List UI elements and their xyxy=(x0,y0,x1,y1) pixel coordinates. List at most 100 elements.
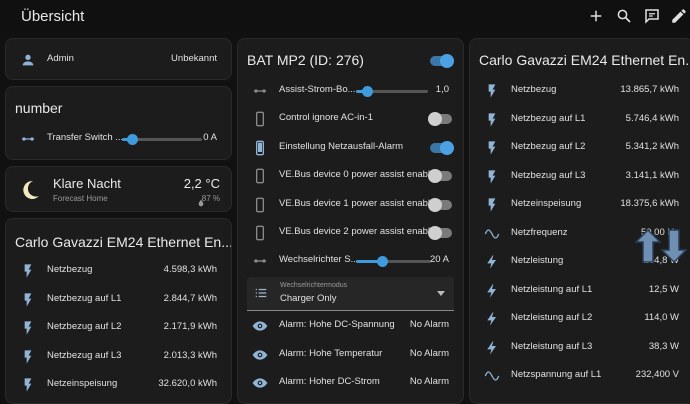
device-icon xyxy=(252,225,268,241)
em24-right-row-label: Netzbezug auf L2 xyxy=(511,141,586,152)
bat-mp2-card: BAT MP2 (ID: 276) Assist-Strom-Bo... 1,0… xyxy=(237,38,464,404)
inverter-mode-caption: Wechselrichtermodus xyxy=(280,282,348,289)
assist-current-label: Assist-Strom-Bo... xyxy=(279,84,356,95)
bat-toggle-row[interactable]: VE.Bus device 1 power assist enabled xyxy=(238,191,463,219)
em24-left-row-value: 2.844,7 kWh xyxy=(163,292,217,304)
em24-right-row[interactable]: Netzbezug auf L1 5.746,4 kWh xyxy=(470,106,690,134)
em24-right-row-label: Netzbezug auf L1 xyxy=(511,112,586,124)
assist-current-value: 1,0 xyxy=(435,84,449,95)
flash-icon xyxy=(20,263,36,279)
em24-left-row-label: Netzbezug auf L3 xyxy=(47,349,122,361)
bat-toggle-switch[interactable] xyxy=(428,226,452,240)
em24-right-row[interactable]: Netzbezug auf L3 3.141,1 kWh xyxy=(470,163,690,191)
transfer-switch-value: 0 A xyxy=(203,132,217,143)
search-icon[interactable] xyxy=(615,7,633,25)
transfer-switch-slider[interactable] xyxy=(122,134,202,145)
em24-right-row-value: 5.746,4 kWh xyxy=(625,112,679,124)
flash-icon xyxy=(484,169,500,185)
bat-alarm-row-label: Alarm: Hoher DC-Strom xyxy=(279,376,380,387)
transfer-switch-slider-knob[interactable] xyxy=(126,134,138,145)
weather-location: Forecast Home xyxy=(53,194,108,203)
em24-right-row[interactable]: Netzspannung auf L1 232,400 V xyxy=(470,362,690,390)
user-status: Unbekannt xyxy=(171,53,217,64)
em24-right-row[interactable]: Netzleistung auf L2 114,0 W xyxy=(470,305,690,333)
bat-toggle-switch[interactable] xyxy=(428,169,452,183)
flash-icon xyxy=(20,377,36,393)
lightning-bolt-icon xyxy=(484,311,500,327)
em24-right-row-label: Netzbezug auf L3 xyxy=(511,169,586,181)
bat-toggle-row[interactable]: Control ignore AC-in-1 xyxy=(238,105,463,133)
bat-alarm-row[interactable]: Alarm: Hohe Temperatur No Alarm xyxy=(238,341,463,369)
em24-right-row[interactable]: Netzleistung auf L1 12,5 W xyxy=(470,277,690,305)
inverter-current-slider-knob[interactable] xyxy=(376,256,388,267)
em24-right-title: Carlo Gavazzi EM24 Ethernet En... xyxy=(479,52,690,68)
em24-right-row-value: 114,0 W xyxy=(644,312,679,323)
assist-current-slider-knob[interactable] xyxy=(361,86,373,97)
transfer-icon xyxy=(20,131,36,147)
em24-left-row[interactable]: Netzbezug 4.598,3 kWh xyxy=(6,257,231,285)
user-card: Admin Unbekannt xyxy=(5,38,232,80)
bat-alarm-row[interactable]: Alarm: Hohe DC-Spannung No Alarm xyxy=(238,312,463,340)
sine-wave-icon xyxy=(484,226,500,242)
bat-toggle-row[interactable]: VE.Bus device 0 power assist enabled xyxy=(238,162,463,190)
list-icon xyxy=(254,286,268,300)
em24-left-row-value: 2.171,9 kWh xyxy=(163,321,217,332)
em24-right-row-label: Netzleistung xyxy=(511,255,564,266)
lightning-bolt-icon xyxy=(484,283,500,299)
sine-wave-icon xyxy=(484,368,500,384)
bat-card-master-toggle[interactable] xyxy=(430,54,454,68)
transfer-switch-row: Transfer Switch ... 0 A xyxy=(6,125,231,153)
bat-toggle-row-label: VE.Bus device 1 power assist enabled xyxy=(279,197,441,209)
plus-icon[interactable] xyxy=(587,7,605,25)
em24-right-row-label: Netzspannung auf L1 xyxy=(511,369,602,380)
em24-right-row[interactable]: Netzleistung auf L3 38,3 W xyxy=(470,334,690,362)
weather-condition: Klare Nacht xyxy=(53,176,121,191)
inverter-current-label: Wechselrichter S... xyxy=(279,254,359,265)
em24-right-row[interactable]: Netzeinspeisung 18.375,6 kWh xyxy=(470,191,690,219)
em24-right-row-value: 18.375,6 kWh xyxy=(620,198,679,209)
em24-left-row-label: Netzbezug xyxy=(47,264,93,275)
bat-toggle-switch[interactable] xyxy=(430,140,454,155)
bat-toggle-row[interactable]: VE.Bus device 2 power assist enabled xyxy=(238,219,463,247)
em24-right-row-value: 12,5 W xyxy=(648,283,679,295)
em24-left-row[interactable]: Netzbezug auf L2 2.171,9 kWh xyxy=(6,314,231,342)
bat-alarm-row[interactable]: Alarm: Hoher DC-Strom No Alarm xyxy=(238,369,463,397)
em24-left-row[interactable]: Netzbezug auf L1 2.844,7 kWh xyxy=(6,286,231,314)
transfer-icon xyxy=(252,253,268,269)
em24-left-row[interactable]: Netzbezug auf L3 2.013,3 kWh xyxy=(6,343,231,371)
bat-alarm-row-label: Alarm: Hohe DC-Spannung xyxy=(279,319,395,330)
em24-right-row-value: 13.865,7 kWh xyxy=(620,84,679,95)
assist-chat-icon[interactable] xyxy=(643,7,661,25)
em24-left-row[interactable]: Netzeinspeisung 32.620,0 kWh xyxy=(6,371,231,399)
pencil-icon[interactable] xyxy=(670,7,688,25)
bat-toggle-switch[interactable] xyxy=(428,112,452,126)
em24-right-row-value: 38,3 W xyxy=(648,340,679,352)
flash-icon xyxy=(20,320,36,336)
em24-left-row-label: Netzbezug auf L1 xyxy=(47,292,122,304)
em24-right-row-value: 232,400 V xyxy=(635,369,679,380)
em24-left-row-value: 2.013,3 kWh xyxy=(163,349,217,361)
bat-toggle-row-label: Einstellung Netzausfall-Alarm xyxy=(279,140,404,152)
em24-right-row[interactable]: Netzbezug auf L2 5.341,2 kWh xyxy=(470,134,690,162)
assist-current-row: Assist-Strom-Bo... 1,0 xyxy=(238,77,463,105)
eye-icon xyxy=(252,347,268,363)
bat-toggle-row[interactable]: Einstellung Netzausfall-Alarm xyxy=(238,134,463,162)
bat-toggle-row-label: VE.Bus device 0 power assist enabled xyxy=(279,169,441,180)
em24-right-row-value: 3.141,1 kWh xyxy=(625,169,679,181)
number-card-title: number xyxy=(15,100,63,116)
flash-icon xyxy=(484,140,500,156)
transfer-icon xyxy=(252,83,268,99)
lightning-bolt-icon xyxy=(484,254,500,270)
moon-icon xyxy=(18,178,42,202)
inverter-mode-select[interactable]: Wechselrichtermodus Charger Only xyxy=(247,277,454,311)
bat-toggle-switch[interactable] xyxy=(428,197,452,212)
em24-right-row[interactable]: Netzbezug 13.865,7 kWh xyxy=(470,77,690,105)
assist-current-slider[interactable] xyxy=(356,86,428,97)
bat-toggle-row-label: VE.Bus device 2 power assist enabled xyxy=(279,226,441,237)
inverter-current-value: 20 A xyxy=(429,254,449,265)
inverter-current-slider[interactable] xyxy=(356,256,431,267)
device-icon xyxy=(252,140,268,156)
weather-card[interactable]: Klare Nacht Forecast Home 2,2 °C 87 % xyxy=(5,166,232,212)
bat-alarm-row-value: No Alarm xyxy=(409,319,449,330)
user-row[interactable]: Admin Unbekannt xyxy=(6,46,231,74)
